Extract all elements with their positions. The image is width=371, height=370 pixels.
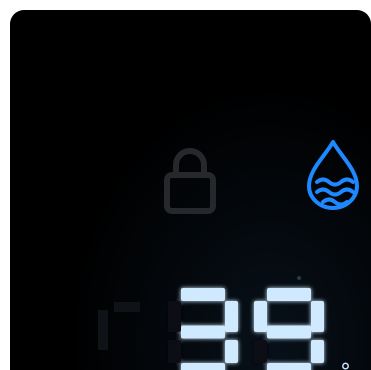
- lock-icon[interactable]: [162, 143, 218, 215]
- digit-ones: [254, 288, 324, 370]
- segment-d: [267, 363, 311, 370]
- temperature-display: °: [168, 288, 350, 370]
- segment-c: [311, 340, 324, 363]
- unlit-segment: [114, 302, 140, 312]
- segment-e: [254, 340, 267, 363]
- segment-c: [225, 340, 238, 363]
- segment-g: [181, 325, 225, 339]
- segment-f: [168, 301, 181, 332]
- segment-b: [225, 301, 238, 332]
- segment-b: [311, 301, 324, 332]
- indicator-dot: [297, 276, 301, 280]
- segment-d: [181, 363, 225, 370]
- water-drop-icon[interactable]: [303, 138, 367, 212]
- digit-tens: [168, 288, 238, 370]
- unlit-segment: [98, 310, 108, 350]
- segment-g: [267, 325, 311, 339]
- degree-symbol: °: [340, 360, 350, 370]
- segment-e: [168, 340, 181, 363]
- segment-a: [267, 288, 311, 301]
- segment-f: [254, 301, 267, 332]
- appliance-display-panel: °: [10, 10, 371, 370]
- segment-a: [181, 288, 225, 301]
